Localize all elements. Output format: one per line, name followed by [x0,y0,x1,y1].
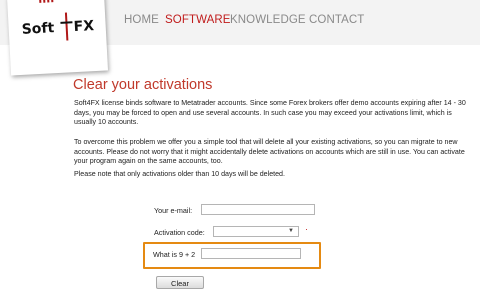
captcha-label: What is 9 + 2 [153,250,196,259]
note-paragraph: Please note that only activations older … [74,170,285,178]
logo-text-soft: Soft [21,20,55,38]
required-marker: · [305,224,308,234]
logo-text-fx: FX [73,18,95,36]
email-field[interactable] [201,204,315,215]
captcha-answer-field[interactable] [201,248,301,259]
activation-code-select[interactable]: ▼ [213,226,299,237]
nav-contact[interactable]: CONTACT [309,14,364,26]
nav-home[interactable]: HOME [124,14,159,26]
activation-code-label: Activation code: [154,228,205,237]
nav-knowledge[interactable]: KNOWLEDGE [230,14,306,26]
chevron-down-icon: ▼ [288,228,294,234]
page-title: Clear your activations [73,77,213,93]
soft4fx-logo[interactable]: Soft FX [6,0,109,76]
clear-button[interactable]: Clear [156,276,204,289]
nav-software[interactable]: SOFTWARE [165,14,231,26]
logo-cross-icon [60,12,73,41]
intro-paragraph: Soft4FX license binds software to Metatr… [74,99,466,127]
email-label: Your e-mail: [154,206,193,215]
solution-paragraph: To overcome this problem we offer you a … [74,138,465,166]
